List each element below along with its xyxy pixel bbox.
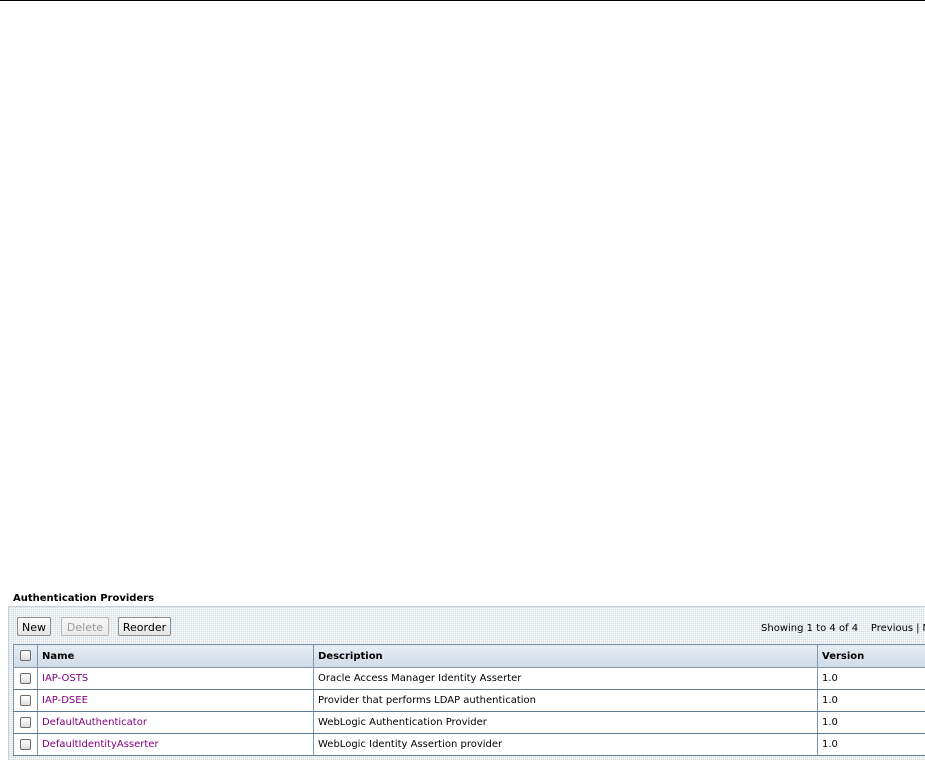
row-checkbox[interactable] xyxy=(13,711,38,734)
provider-name-link[interactable]: IAP-DSEE xyxy=(42,695,88,706)
top-divider xyxy=(0,0,925,1)
provider-name-link[interactable]: DefaultIdentityAsserter xyxy=(42,739,159,750)
pagination: Showing 1 to 4 of 4 Previous|N xyxy=(761,623,925,634)
select-all-checkbox[interactable] xyxy=(13,644,38,668)
column-header-description[interactable]: Description xyxy=(313,644,818,668)
provider-name-link[interactable]: IAP-OSTS xyxy=(42,673,88,684)
row-checkbox[interactable] xyxy=(13,733,38,756)
row-checkbox[interactable] xyxy=(13,667,38,690)
provider-description: WebLogic Authentication Provider xyxy=(313,711,818,734)
provider-version: 1.0 xyxy=(817,689,925,712)
reorder-button[interactable]: Reorder xyxy=(118,617,171,636)
provider-version: 1.0 xyxy=(817,711,925,734)
delete-button: Delete xyxy=(61,617,109,636)
table-row: DefaultAuthenticator WebLogic Authentica… xyxy=(13,711,925,734)
provider-name-link[interactable]: DefaultAuthenticator xyxy=(42,717,147,728)
table-row: IAP-DSEE Provider that performs LDAP aut… xyxy=(13,689,925,712)
paging-separator: | xyxy=(916,623,920,634)
paging-status: Showing 1 to 4 of 4 xyxy=(761,623,859,634)
new-button[interactable]: New xyxy=(17,617,51,636)
providers-panel: New Delete Reorder Showing 1 to 4 of 4 P… xyxy=(8,606,925,760)
table-row: IAP-OSTS Oracle Access Manager Identity … xyxy=(13,667,925,690)
column-header-name[interactable]: Name xyxy=(37,644,314,668)
providers-table: Name Description Version IAP-OSTS Oracle… xyxy=(13,644,925,756)
paging-previous[interactable]: Previous xyxy=(871,623,913,634)
provider-description: Provider that performs LDAP authenticati… xyxy=(313,689,818,712)
provider-version: 1.0 xyxy=(817,733,925,756)
row-checkbox[interactable] xyxy=(13,689,38,712)
toolbar: New Delete Reorder Showing 1 to 4 of 4 P… xyxy=(9,607,925,643)
column-header-version[interactable]: Version xyxy=(817,644,925,668)
provider-description: Oracle Access Manager Identity Asserter xyxy=(313,667,818,690)
page: Authentication Providers New Delete Reor… xyxy=(0,0,925,760)
table-row: DefaultIdentityAsserter WebLogic Identit… xyxy=(13,733,925,756)
table-header-row: Name Description Version xyxy=(13,644,925,668)
provider-description: WebLogic Identity Assertion provider xyxy=(313,733,818,756)
provider-version: 1.0 xyxy=(817,667,925,690)
section-title: Authentication Providers xyxy=(13,593,155,604)
